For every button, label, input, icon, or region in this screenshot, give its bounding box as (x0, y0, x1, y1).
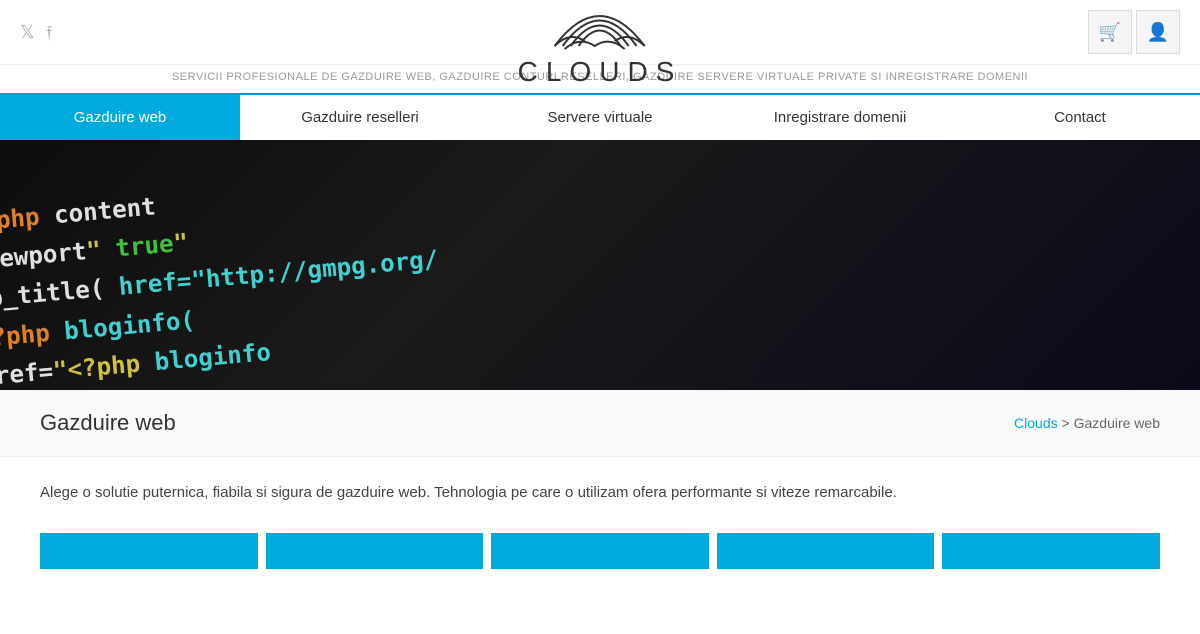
breadcrumb-current: Gazduire web (1074, 415, 1160, 431)
main-nav: Gazduire web Gazduire reselleri Servere … (0, 93, 1200, 140)
nav-gazduire-reselleri[interactable]: Gazduire reselleri (240, 95, 480, 140)
plan-buttons-row (0, 521, 1200, 581)
nav-gazduire-web[interactable]: Gazduire web (0, 95, 240, 140)
plan-btn-5[interactable] (942, 533, 1160, 569)
breadcrumb-home[interactable]: Clouds (1014, 415, 1058, 431)
content-area: Alege o solutie puternica, fiabila si si… (0, 457, 1200, 521)
cart-button[interactable]: 🛒 (1088, 10, 1132, 54)
hero-code-image: <?php content viewport" true" wp_title( … (0, 140, 1200, 390)
plan-btn-4[interactable] (717, 533, 935, 569)
twitter-link[interactable]: 𝕏 (20, 22, 35, 43)
header-actions: 🛒 👤 (1088, 10, 1180, 54)
breadcrumb: Clouds > Gazduire web (1014, 415, 1160, 431)
logo-text: CLOUDS (518, 56, 683, 88)
nav-inregistrare-domenii[interactable]: Inregistrare domenii (720, 95, 960, 140)
account-button[interactable]: 👤 (1136, 10, 1180, 54)
nav-contact[interactable]: Contact (960, 95, 1200, 140)
nav-servere-virtuale[interactable]: Servere virtuale (480, 95, 720, 140)
facebook-link[interactable]: 𝔣 (47, 22, 52, 43)
social-links: 𝕏 𝔣 (20, 22, 52, 43)
code-overlay: <?php content viewport" true" wp_title( … (0, 140, 1200, 390)
hero-banner: <?php content viewport" true" wp_title( … (0, 140, 1200, 390)
page-header: Gazduire web Clouds > Gazduire web (0, 390, 1200, 457)
breadcrumb-separator: > (1062, 415, 1074, 431)
logo: CLOUDS (518, 0, 683, 88)
page-title: Gazduire web (40, 410, 176, 436)
plan-btn-1[interactable] (40, 533, 258, 569)
plan-btn-2[interactable] (266, 533, 484, 569)
plan-btn-3[interactable] (491, 533, 709, 569)
page-description: Alege o solutie puternica, fiabila si si… (40, 481, 1160, 505)
header: 𝕏 𝔣 CLOUDS 🛒 👤 (0, 0, 1200, 65)
